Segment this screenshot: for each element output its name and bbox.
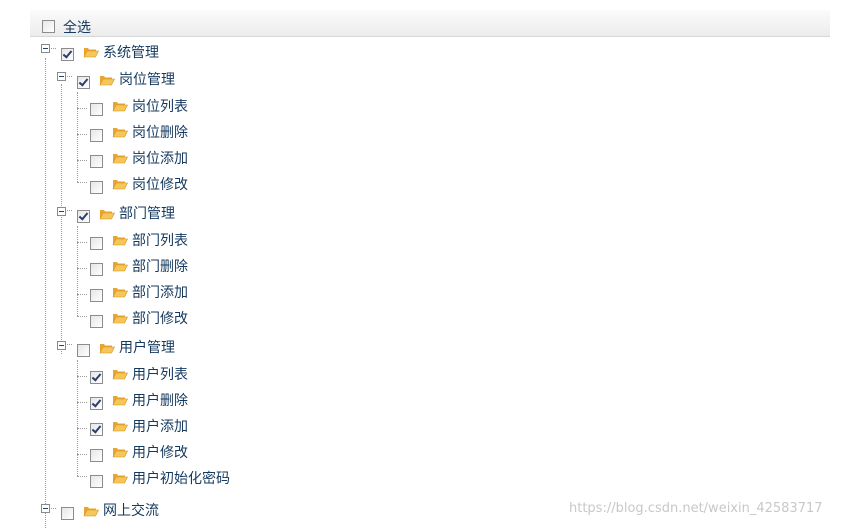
tree-line-post-child	[77, 160, 87, 161]
node-label-post[interactable]: 岗位管理	[119, 72, 175, 88]
tree-line-user-child	[77, 476, 87, 477]
tree-line-dept-child	[77, 242, 87, 243]
node-label-user-add[interactable]: 用户添加	[132, 419, 188, 435]
node-label-dept-list[interactable]: 部门列表	[132, 233, 188, 249]
folder-open-icon	[83, 505, 99, 517]
tree-line-post-child	[77, 182, 87, 183]
tree-line-user-child	[77, 402, 87, 403]
node-checkbox-root2[interactable]	[61, 507, 74, 520]
tree-line-post-child	[77, 134, 87, 135]
select-all-bar	[30, 10, 830, 37]
node-checkbox-root1[interactable]	[61, 48, 74, 61]
folder-open-icon	[99, 208, 115, 220]
folder-open-icon	[112, 286, 128, 298]
node-checkbox-dept-delete[interactable]	[90, 263, 103, 276]
node-label-root2[interactable]: 网上交流	[103, 503, 159, 519]
tree-line-post-child	[77, 108, 87, 109]
folder-open-icon	[99, 342, 115, 354]
tree-line-root	[45, 58, 46, 528]
node-checkbox-dept-list[interactable]	[90, 237, 103, 250]
select-all-checkbox[interactable]	[42, 20, 55, 33]
tree-line-user-child	[77, 454, 87, 455]
node-label-post-add[interactable]: 岗位添加	[132, 151, 188, 167]
collapse-toggle-icon[interactable]	[57, 341, 66, 350]
node-label-user-reset-password[interactable]: 用户初始化密码	[132, 471, 230, 487]
tree-line-dept-child	[77, 268, 87, 269]
collapse-toggle-icon[interactable]	[57, 72, 66, 81]
node-label-root1[interactable]: 系统管理	[103, 45, 159, 61]
tree-line-user-child	[77, 376, 87, 377]
collapse-toggle-icon[interactable]	[41, 504, 50, 513]
watermark-text: https://blog.csdn.net/weixin_42583717	[569, 501, 823, 516]
node-label-user[interactable]: 用户管理	[119, 340, 175, 356]
node-checkbox-user-add[interactable]	[90, 423, 103, 436]
node-checkbox-dept-add[interactable]	[90, 289, 103, 302]
node-checkbox-post[interactable]	[77, 76, 90, 89]
folder-open-icon	[112, 394, 128, 406]
node-checkbox-post-delete[interactable]	[90, 129, 103, 142]
node-checkbox-user-delete[interactable]	[90, 397, 103, 410]
node-checkbox-post-edit[interactable]	[90, 181, 103, 194]
collapse-toggle-icon[interactable]	[57, 207, 66, 216]
node-label-post-edit[interactable]: 岗位修改	[132, 177, 188, 193]
node-label-dept-delete[interactable]: 部门删除	[132, 259, 188, 275]
folder-open-icon	[83, 46, 99, 58]
folder-open-icon	[112, 446, 128, 458]
node-checkbox-user[interactable]	[77, 344, 90, 357]
tree-line-dept-child	[77, 316, 87, 317]
node-label-dept[interactable]: 部门管理	[119, 206, 175, 222]
folder-open-icon	[112, 152, 128, 164]
tree-line-user-children	[77, 360, 78, 476]
node-label-dept-add[interactable]: 部门添加	[132, 285, 188, 301]
node-checkbox-dept[interactable]	[77, 210, 90, 223]
node-checkbox-user-list[interactable]	[90, 371, 103, 384]
select-all-label[interactable]: 全选	[63, 20, 91, 36]
node-checkbox-post-add[interactable]	[90, 155, 103, 168]
folder-open-icon	[99, 74, 115, 86]
collapse-toggle-icon[interactable]	[41, 44, 50, 53]
node-label-user-list[interactable]: 用户列表	[132, 367, 188, 383]
node-label-dept-edit[interactable]: 部门修改	[132, 311, 188, 327]
node-checkbox-dept-edit[interactable]	[90, 315, 103, 328]
folder-open-icon	[112, 100, 128, 112]
tree-line-level1	[61, 84, 62, 354]
node-checkbox-user-edit[interactable]	[90, 449, 103, 462]
node-label-post-delete[interactable]: 岗位删除	[132, 125, 188, 141]
folder-open-icon	[112, 368, 128, 380]
node-label-post-list[interactable]: 岗位列表	[132, 99, 188, 115]
node-checkbox-post-list[interactable]	[90, 103, 103, 116]
folder-open-icon	[112, 126, 128, 138]
node-label-user-delete[interactable]: 用户删除	[132, 393, 188, 409]
node-checkbox-user-reset-password[interactable]	[90, 475, 103, 488]
tree-line-user-child	[77, 428, 87, 429]
tree-line-dept-child	[77, 294, 87, 295]
folder-open-icon	[112, 420, 128, 432]
folder-open-icon	[112, 260, 128, 272]
folder-open-icon	[112, 472, 128, 484]
folder-open-icon	[112, 234, 128, 246]
node-label-user-edit[interactable]: 用户修改	[132, 445, 188, 461]
folder-open-icon	[112, 312, 128, 324]
folder-open-icon	[112, 178, 128, 190]
tree-line-post-children	[77, 92, 78, 182]
tree-line-dept-children	[77, 226, 78, 316]
